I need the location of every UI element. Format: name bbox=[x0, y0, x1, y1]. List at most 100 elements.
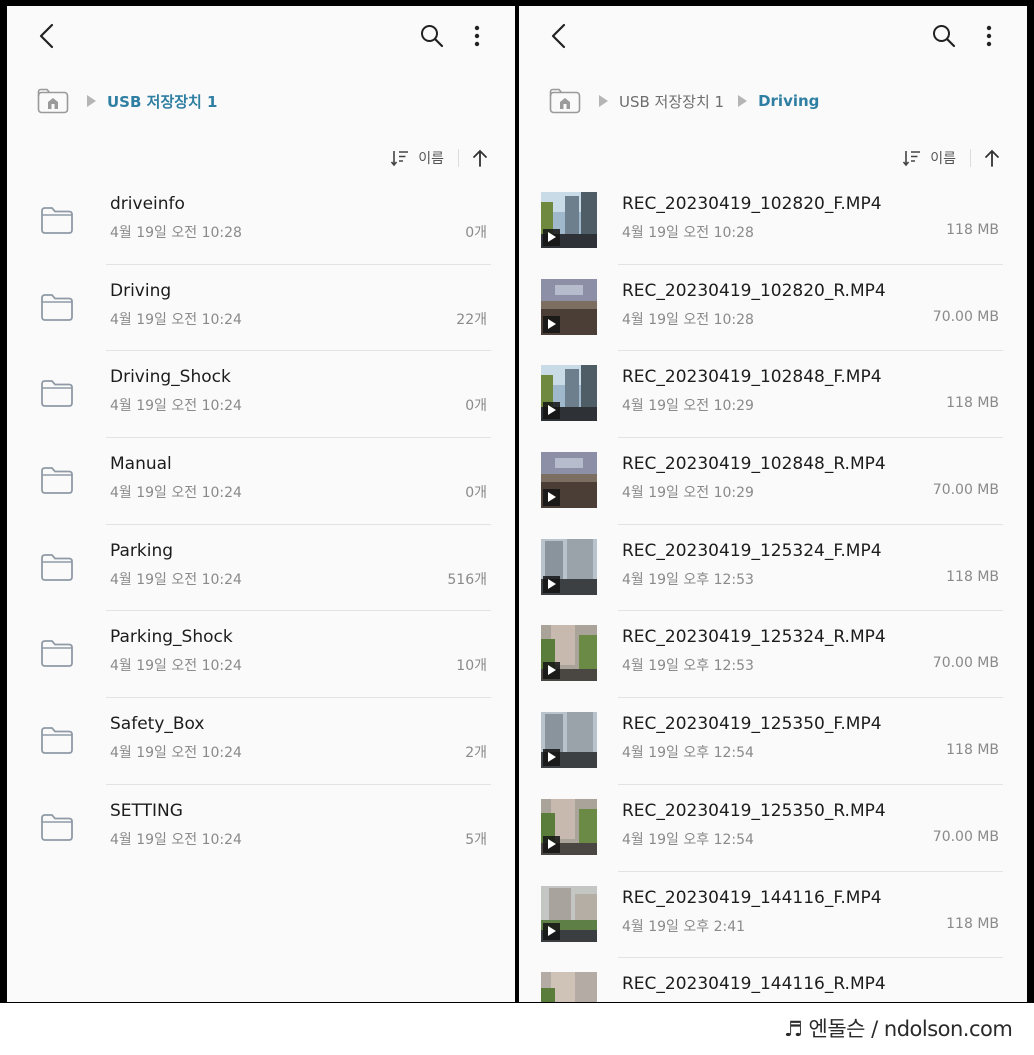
folder-icon bbox=[41, 380, 73, 408]
list-item[interactable]: REC_20230419_102820_F.MP4 4월 19일 오전 10:2… bbox=[519, 178, 1027, 265]
more-options-button[interactable] bbox=[969, 16, 1009, 56]
more-vert-icon bbox=[986, 25, 992, 47]
more-options-button[interactable] bbox=[457, 16, 497, 56]
sort-label[interactable]: 이름 bbox=[418, 148, 444, 168]
list-item[interactable]: REC_20230419_102848_R.MP4 4월 19일 오전 10:2… bbox=[519, 438, 1027, 525]
video-thumbnail bbox=[541, 452, 597, 509]
breadcrumb: USB 저장장치 1 bbox=[37, 86, 232, 116]
breadcrumb-arrow-icon bbox=[738, 95, 748, 107]
item-count: 10개 bbox=[456, 658, 487, 675]
play-icon bbox=[543, 575, 560, 593]
sort-icon[interactable] bbox=[390, 149, 410, 167]
item-count: 516개 bbox=[447, 571, 487, 588]
item-name: REC_20230419_102848_F.MP4 bbox=[622, 367, 882, 388]
video-thumbnail bbox=[541, 972, 597, 1002]
back-arrow-icon bbox=[551, 23, 566, 49]
item-date: 4월 19일 오전 10:24 bbox=[110, 831, 242, 848]
sort-icon[interactable] bbox=[902, 149, 922, 167]
item-date: 4월 19일 오전 10:29 bbox=[622, 485, 754, 502]
item-count: 0개 bbox=[465, 225, 487, 241]
breadcrumb-driving[interactable]: Driving bbox=[758, 92, 819, 110]
video-thumbnail bbox=[541, 798, 597, 855]
play-icon bbox=[543, 662, 560, 680]
play-icon bbox=[543, 315, 560, 333]
search-icon bbox=[933, 25, 956, 48]
breadcrumb: USB 저장장치 1 Driving bbox=[549, 86, 833, 116]
arrow-up-icon[interactable] bbox=[983, 148, 1001, 168]
item-size: 118 MB bbox=[946, 222, 999, 238]
item-name: Parking bbox=[110, 540, 174, 561]
play-icon bbox=[543, 229, 560, 246]
list-item[interactable]: driveinfo 4월 19일 오전 10:28 0개 bbox=[7, 178, 515, 265]
sort-bar: 이름 bbox=[902, 143, 1001, 173]
back-button[interactable] bbox=[539, 16, 579, 56]
list-item[interactable]: REC_20230419_102820_R.MP4 4월 19일 오전 10:2… bbox=[519, 265, 1027, 352]
list-item[interactable]: Parking_Shock 4월 19일 오전 10:24 10개 bbox=[7, 611, 515, 699]
item-date: 4월 19일 오전 10:29 bbox=[622, 398, 754, 415]
sort-bar: 이름 bbox=[390, 143, 489, 173]
file-list: REC_20230419_102820_F.MP4 4월 19일 오전 10:2… bbox=[519, 178, 1027, 1002]
breadcrumb-arrow-icon bbox=[87, 95, 96, 107]
list-item[interactable]: Safety_Box 4월 19일 오전 10:24 2개 bbox=[7, 698, 515, 785]
item-size: 70.00 MB bbox=[932, 655, 999, 672]
sort-divider bbox=[458, 149, 459, 167]
folder-icon bbox=[41, 207, 73, 234]
back-button[interactable] bbox=[27, 16, 67, 56]
list-item[interactable]: REC_20230419_144116_R.MP4 bbox=[519, 958, 1027, 1002]
list-item[interactable]: REC_20230419_125324_F.MP4 4월 19일 오후 12:5… bbox=[519, 525, 1027, 612]
item-size: 118 MB bbox=[946, 395, 999, 412]
item-date: 4월 19일 오후 2:41 bbox=[622, 918, 746, 935]
item-date: 4월 19일 오전 10:24 bbox=[110, 485, 242, 502]
list-item[interactable]: REC_20230419_102848_F.MP4 4월 19일 오전 10:2… bbox=[519, 351, 1027, 439]
item-name: REC_20230419_102848_R.MP4 bbox=[622, 454, 886, 475]
play-icon bbox=[543, 922, 560, 940]
list-item[interactable]: Driving 4월 19일 오전 10:24 22개 bbox=[7, 265, 515, 352]
search-icon bbox=[421, 25, 444, 48]
search-button[interactable] bbox=[412, 16, 452, 56]
right-file-browser: USB 저장장치 1 Driving 이름 REC_20230419_10282… bbox=[519, 6, 1027, 1002]
sort-divider bbox=[970, 149, 971, 167]
list-item[interactable]: REC_20230419_125324_R.MP4 4월 19일 오후 12:5… bbox=[519, 611, 1027, 699]
item-name: Manual bbox=[110, 454, 172, 475]
item-size: 70.00 MB bbox=[932, 308, 999, 325]
home-folder-icon[interactable] bbox=[549, 88, 581, 114]
item-count: 0개 bbox=[465, 398, 487, 415]
list-item[interactable]: Parking 4월 19일 오전 10:24 516개 bbox=[7, 525, 515, 612]
item-name: REC_20230419_102820_F.MP4 bbox=[622, 194, 882, 214]
list-item[interactable]: REC_20230419_125350_F.MP4 4월 19일 오후 12:5… bbox=[519, 698, 1027, 785]
list-item[interactable]: Driving_Shock 4월 19일 오전 10:24 0개 bbox=[7, 351, 515, 439]
item-name: driveinfo bbox=[110, 194, 185, 214]
list-item[interactable]: REC_20230419_125350_R.MP4 4월 19일 오후 12:5… bbox=[519, 785, 1027, 872]
item-name: REC_20230419_144116_R.MP4 bbox=[622, 974, 886, 995]
item-name: Parking_Shock bbox=[110, 627, 233, 648]
video-thumbnail bbox=[541, 365, 597, 422]
breadcrumb-usb[interactable]: USB 저장장치 1 bbox=[619, 91, 724, 112]
search-button[interactable] bbox=[924, 16, 964, 56]
home-folder-icon[interactable] bbox=[37, 88, 69, 114]
folder-icon bbox=[41, 553, 73, 581]
folder-list: driveinfo 4월 19일 오전 10:28 0개 Driving 4월 … bbox=[7, 178, 515, 872]
list-item[interactable]: Manual 4월 19일 오전 10:24 0개 bbox=[7, 438, 515, 525]
item-size: 118 MB bbox=[946, 568, 999, 585]
left-file-browser: USB 저장장치 1 이름 driveinfo 4월 19일 오전 10:28 … bbox=[7, 6, 515, 1002]
folder-icon bbox=[41, 727, 73, 755]
item-name: Safety_Box bbox=[110, 714, 205, 735]
folder-icon bbox=[41, 467, 73, 494]
sort-label[interactable]: 이름 bbox=[930, 148, 956, 168]
arrow-up-icon[interactable] bbox=[471, 148, 489, 168]
folder-icon bbox=[41, 813, 73, 841]
breadcrumb-usb[interactable]: USB 저장장치 1 bbox=[107, 91, 218, 112]
item-name: REC_20230419_102820_R.MP4 bbox=[622, 280, 886, 301]
list-item[interactable]: SETTING 4월 19일 오전 10:24 5개 bbox=[7, 785, 515, 872]
breadcrumb-arrow-icon bbox=[599, 95, 608, 107]
item-name: Driving_Shock bbox=[110, 367, 231, 388]
item-name: Driving bbox=[110, 280, 172, 301]
item-date: 4월 19일 오전 10:24 bbox=[110, 398, 242, 415]
list-item[interactable]: REC_20230419_144116_F.MP4 4월 19일 오후 2:41… bbox=[519, 872, 1027, 959]
watermark-text: ♬ 엔돌슨 / ndolson.com bbox=[784, 1017, 1013, 1041]
item-date: 4월 19일 오전 10:24 bbox=[110, 745, 242, 762]
item-count: 5개 bbox=[465, 831, 487, 848]
item-date: 4월 19일 오후 12:54 bbox=[622, 745, 754, 762]
item-name: REC_20230419_125324_F.MP4 bbox=[622, 540, 882, 561]
item-date: 4월 19일 오전 10:28 bbox=[622, 311, 754, 328]
